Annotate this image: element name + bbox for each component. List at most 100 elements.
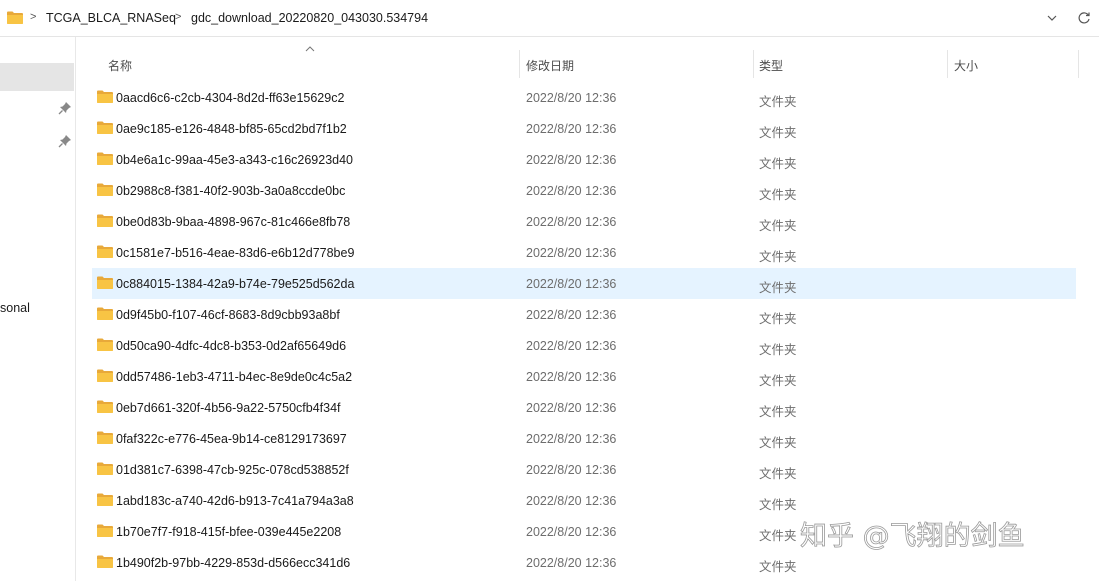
file-name[interactable]: 0d9f45b0-f107-46cf-8683-8d9cbb93a8bf (116, 308, 340, 322)
file-type: 文件夹 (759, 188, 797, 202)
pin-icon[interactable] (58, 134, 72, 148)
file-date-modified: 2022/8/20 12:36 (526, 463, 617, 477)
file-name[interactable]: 0b2988c8-f381-40f2-903b-3a0a8ccde0bc (116, 184, 345, 198)
file-type: 文件夹 (759, 436, 797, 450)
file-row[interactable]: 0d9f45b0-f107-46cf-8683-8d9cbb93a8bf 2022… (92, 299, 1076, 330)
file-type: 文件夹 (759, 374, 797, 388)
file-date-modified: 2022/8/20 12:36 (526, 339, 617, 353)
file-date-modified: 2022/8/20 12:36 (526, 525, 617, 539)
refresh-icon[interactable] (1077, 11, 1091, 25)
file-row[interactable]: 0aacd6c6-c2cb-4304-8d2d-ff63e15629c2 2022… (92, 82, 1076, 113)
file-type: 文件夹 (759, 529, 797, 543)
file-date-modified: 2022/8/20 12:36 (526, 122, 617, 136)
column-divider[interactable] (753, 50, 754, 78)
file-date-modified: 2022/8/20 12:36 (526, 153, 617, 167)
column-header-date-modified[interactable]: 修改日期 (526, 57, 574, 74)
file-row[interactable]: 1abd183c-a740-42d6-b913-7c41a794a3a8 2022… (92, 485, 1076, 516)
column-divider[interactable] (947, 50, 948, 78)
pin-icon[interactable] (58, 101, 72, 115)
file-name[interactable]: 0ae9c185-e126-4848-bf85-65cd2bd7f1b2 (116, 122, 347, 136)
file-name[interactable]: 0be0d83b-9baa-4898-967c-81c466e8fb78 (116, 215, 350, 229)
column-header-size[interactable]: 大小 (954, 57, 978, 74)
folder-icon (97, 307, 113, 320)
file-date-modified: 2022/8/20 12:36 (526, 277, 617, 291)
file-type: 文件夹 (759, 560, 797, 574)
sort-ascending-icon (305, 46, 315, 52)
folder-icon (97, 90, 113, 103)
file-row[interactable]: 0b2988c8-f381-40f2-903b-3a0a8ccde0bc 2022… (92, 175, 1076, 206)
file-date-modified: 2022/8/20 12:36 (526, 91, 617, 105)
file-name[interactable]: 0c1581e7-b516-4eae-83d6-e6b12d778be9 (116, 246, 354, 260)
file-type: 文件夹 (759, 157, 797, 171)
folder-icon (97, 245, 113, 258)
file-name[interactable]: 1b70e7f7-f918-415f-bfee-039e445e2208 (116, 525, 341, 539)
nav-item-label[interactable]: sonal (0, 301, 30, 315)
file-name[interactable]: 0b4e6a1c-99aa-45e3-a343-c16c26923d40 (116, 153, 353, 167)
folder-icon (97, 214, 113, 227)
file-type: 文件夹 (759, 95, 797, 109)
folder-icon (97, 400, 113, 413)
zhihu-watermark: 知乎 @飞翔的剑鱼 (800, 521, 1025, 553)
file-row[interactable]: 0be0d83b-9baa-4898-967c-81c466e8fb78 2022… (92, 206, 1076, 237)
file-row[interactable]: 0eb7d661-320f-4b56-9a22-5750cfb4f34f 2022… (92, 392, 1076, 423)
navigation-pane[interactable]: sonal (0, 37, 76, 581)
file-type: 文件夹 (759, 312, 797, 326)
file-name[interactable]: 01d381c7-6398-47cb-925c-078cd538852f (116, 463, 349, 477)
file-name[interactable]: 0eb7d661-320f-4b56-9a22-5750cfb4f34f (116, 401, 341, 415)
breadcrumb-item-tcga-blca-rnaseq[interactable]: TCGA_BLCA_RNASeq (46, 11, 176, 25)
file-type: 文件夹 (759, 281, 797, 295)
file-name[interactable]: 0aacd6c6-c2cb-4304-8d2d-ff63e15629c2 (116, 91, 344, 105)
file-date-modified: 2022/8/20 12:36 (526, 370, 617, 384)
file-date-modified: 2022/8/20 12:36 (526, 215, 617, 229)
file-type: 文件夹 (759, 126, 797, 140)
breadcrumb-item-gdc-download[interactable]: gdc_download_20220820_043030.534794 (191, 11, 428, 25)
folder-icon (97, 338, 113, 351)
file-row[interactable]: 0ae9c185-e126-4848-bf85-65cd2bd7f1b2 2022… (92, 113, 1076, 144)
file-name[interactable]: 1b490f2b-97bb-4229-853d-d566ecc341d6 (116, 556, 350, 570)
file-date-modified: 2022/8/20 12:36 (526, 246, 617, 260)
column-header-type[interactable]: 类型 (759, 57, 783, 74)
breadcrumb-separator: > (175, 11, 182, 23)
file-row[interactable]: 0dd57486-1eb3-4711-b4ec-8e9de0c4c5a2 2022… (92, 361, 1076, 392)
breadcrumb-separator: > (30, 11, 37, 23)
file-row[interactable]: 0faf322c-e776-45ea-9b14-ce8129173697 2022… (92, 423, 1076, 454)
file-type: 文件夹 (759, 219, 797, 233)
folder-icon (97, 183, 113, 196)
file-row[interactable]: 0d50ca90-4dfc-4dc8-b353-0d2af65649d6 2022… (92, 330, 1076, 361)
file-date-modified: 2022/8/20 12:36 (526, 556, 617, 570)
column-header: 名称 修改日期 类型 大小 (92, 46, 1079, 78)
address-bar[interactable]: > TCGA_BLCA_RNASeq > gdc_download_202208… (0, 0, 1099, 37)
file-name[interactable]: 1abd183c-a740-42d6-b913-7c41a794a3a8 (116, 494, 354, 508)
folder-icon (7, 11, 23, 24)
watermark-text: 知乎 @飞翔的剑鱼 (800, 521, 1025, 552)
file-type: 文件夹 (759, 467, 797, 481)
file-date-modified: 2022/8/20 12:36 (526, 432, 617, 446)
file-name[interactable]: 0d50ca90-4dfc-4dc8-b353-0d2af65649d6 (116, 339, 346, 353)
file-type: 文件夹 (759, 250, 797, 264)
folder-icon (97, 493, 113, 506)
column-header-name[interactable]: 名称 (108, 57, 132, 74)
file-type: 文件夹 (759, 498, 797, 512)
file-row[interactable]: 01d381c7-6398-47cb-925c-078cd538852f 2022… (92, 454, 1076, 485)
file-name[interactable]: 0faf322c-e776-45ea-9b14-ce8129173697 (116, 432, 347, 446)
folder-icon (97, 276, 113, 289)
file-date-modified: 2022/8/20 12:36 (526, 494, 617, 508)
folder-icon (97, 369, 113, 382)
file-row[interactable]: 0b4e6a1c-99aa-45e3-a343-c16c26923d40 2022… (92, 144, 1076, 175)
file-row[interactable]: 0c884015-1384-42a9-b74e-79e525d562da 2022… (92, 268, 1076, 299)
folder-icon (97, 431, 113, 444)
file-row[interactable]: 0c1581e7-b516-4eae-83d6-e6b12d778be9 2022… (92, 237, 1076, 268)
file-name[interactable]: 0dd57486-1eb3-4711-b4ec-8e9de0c4c5a2 (116, 370, 352, 384)
chevron-down-icon[interactable] (1046, 12, 1058, 24)
column-divider[interactable] (519, 50, 520, 78)
folder-icon (97, 555, 113, 568)
file-name[interactable]: 0c884015-1384-42a9-b74e-79e525d562da (116, 277, 354, 291)
file-type: 文件夹 (759, 343, 797, 357)
nav-item-selected[interactable] (0, 63, 74, 91)
folder-icon (97, 152, 113, 165)
folder-icon (97, 524, 113, 537)
file-date-modified: 2022/8/20 12:36 (526, 184, 617, 198)
column-divider[interactable] (1078, 50, 1079, 78)
folder-icon (97, 121, 113, 134)
file-date-modified: 2022/8/20 12:36 (526, 401, 617, 415)
